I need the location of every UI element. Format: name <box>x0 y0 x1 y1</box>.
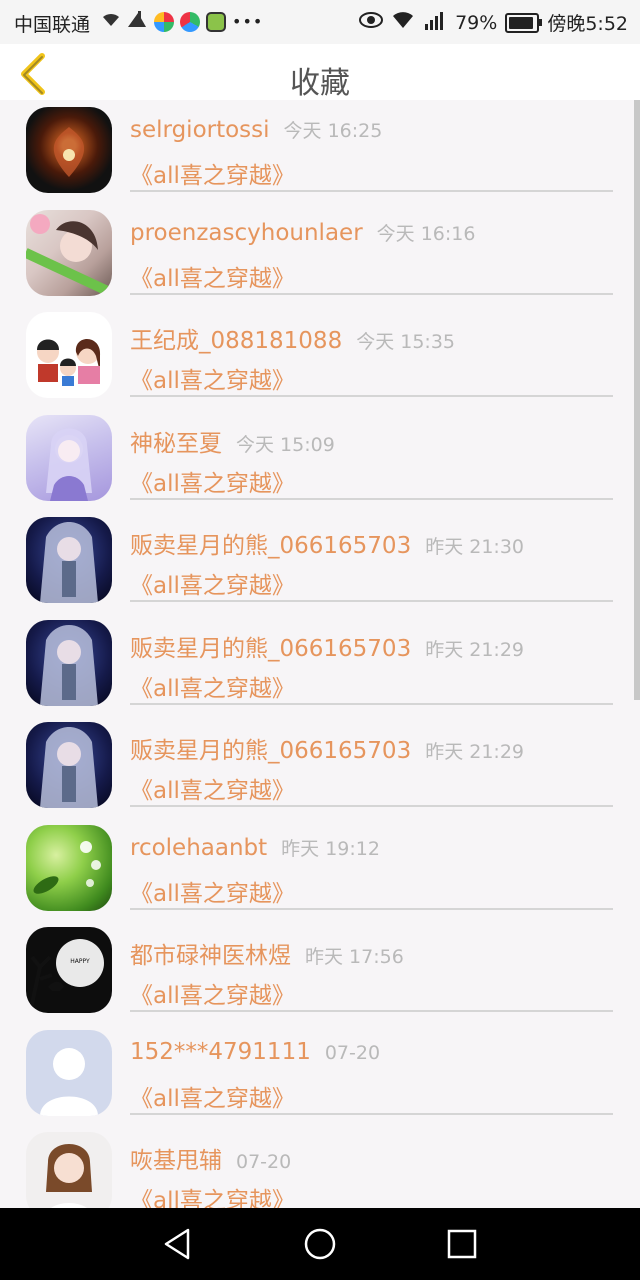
timestamp: 07-20 <box>324 1041 381 1064</box>
timestamp: 今天 15:09 <box>236 433 335 456</box>
avatar <box>26 824 112 911</box>
more-icon: ••• <box>232 12 264 31</box>
avatar <box>26 517 112 603</box>
divider <box>130 190 613 192</box>
app-icon <box>126 9 148 34</box>
app-icon <box>154 11 174 32</box>
nav-back-button[interactable] <box>160 1226 196 1262</box>
wifi-icon <box>102 11 120 33</box>
status-icons-right: 79% 傍晚5:52 <box>359 9 628 36</box>
navigation-bar <box>0 1208 640 1280</box>
list-item[interactable]: 贩卖星月的熊_066165703 昨天 21:29 《all喜之穿越》 <box>0 715 640 818</box>
nav-home-button[interactable] <box>302 1226 338 1262</box>
book-title[interactable]: 《all喜之穿越》 <box>130 669 295 703</box>
divider <box>130 1112 613 1115</box>
divider <box>130 395 613 397</box>
timestamp: 昨天 19:12 <box>281 837 380 860</box>
list-item[interactable]: 152***4791111 07-20 《all喜之穿越》 <box>0 1023 640 1126</box>
user-name: selrgiortossi <box>130 117 270 143</box>
wifi-icon <box>391 10 415 35</box>
user-name: 贩卖星月的熊_066165703 <box>130 635 412 662</box>
list-item[interactable]: selrgiortossi 今天 16:25 《all喜之穿越》 <box>0 100 640 203</box>
avatar <box>26 1132 112 1208</box>
book-title[interactable]: 《all喜之穿越》 <box>130 1079 295 1113</box>
book-title[interactable]: 《all喜之穿越》 <box>130 1181 295 1208</box>
user-name: 神秘至夏 <box>130 430 222 457</box>
timestamp: 今天 16:25 <box>283 120 383 142</box>
timestamp: 今天 15:35 <box>356 331 455 353</box>
timestamp: 昨天 21:29 <box>425 741 524 763</box>
book-title[interactable]: 《all喜之穿越》 <box>130 361 295 395</box>
back-triangle-icon <box>160 1228 196 1266</box>
divider <box>130 907 613 910</box>
battery-percent: 79% <box>455 11 498 34</box>
user-name: 都市碌神医林煜 <box>130 943 291 969</box>
svg-text:HAPPY: HAPPY <box>70 958 90 965</box>
clock: 傍晚5:52 <box>547 13 628 35</box>
list-item[interactable]: 贩卖星月的熊_066165703 昨天 21:30 《all喜之穿越》 <box>0 510 640 613</box>
signal-icon <box>423 10 447 35</box>
timestamp: 今天 16:16 <box>376 222 476 245</box>
battery-icon <box>505 12 543 33</box>
status-icons-left: ••• <box>102 9 263 34</box>
divider <box>130 292 613 295</box>
user-name: 152***4791111 <box>130 1038 311 1065</box>
user-name: rcolehaanbt <box>130 834 268 861</box>
list-item[interactable]: rcolehaanbt 昨天 19:12 《all喜之穿越》 <box>0 818 640 921</box>
user-name: 贩卖星月的熊_066165703 <box>130 533 412 559</box>
scrollbar[interactable] <box>634 100 640 700</box>
timestamp: 07-20 <box>236 1151 292 1173</box>
divider <box>130 1010 613 1012</box>
book-title[interactable]: 《all喜之穿越》 <box>130 259 295 293</box>
book-title[interactable]: 《all喜之穿越》 <box>130 464 295 498</box>
avatar: HAPPY <box>26 927 112 1013</box>
avatar <box>26 619 112 706</box>
avatar <box>26 312 112 398</box>
avatar <box>26 1029 112 1116</box>
user-name: proenzascyhounlaer <box>130 219 363 246</box>
timestamp: 昨天 21:29 <box>425 638 524 661</box>
timestamp: 昨天 21:30 <box>425 536 524 558</box>
list-item[interactable]: HAPPY 都市碌神医林煜 昨天 17:56 《all喜之穿越》 <box>0 920 640 1023</box>
list-item[interactable]: 贩卖星月的熊_066165703 昨天 21:29 《all喜之穿越》 <box>0 613 640 716</box>
book-title[interactable]: 《all喜之穿越》 <box>130 771 295 805</box>
nav-recents-button[interactable] <box>444 1226 480 1262</box>
app-icon <box>206 11 226 32</box>
divider <box>130 805 613 807</box>
avatar <box>26 722 112 808</box>
page-title: 收藏 <box>290 66 350 101</box>
list-item[interactable]: 王纪成_088181088 今天 15:35 《all喜之穿越》 <box>0 305 640 408</box>
divider <box>130 497 613 500</box>
app-icon <box>180 11 200 32</box>
book-title[interactable]: 《all喜之穿越》 <box>130 566 295 600</box>
home-circle-icon <box>302 1228 338 1266</box>
status-bar: 中国联通 ••• 79% 傍晚5:52 <box>0 0 640 44</box>
book-title[interactable]: 《all喜之穿越》 <box>130 156 295 190</box>
recents-square-icon <box>444 1229 480 1266</box>
user-name: 王纪成_088181088 <box>130 328 343 354</box>
divider <box>130 702 613 705</box>
carrier-name: 中国联通 <box>14 14 91 36</box>
avatar <box>26 414 112 501</box>
avatar <box>26 209 112 296</box>
book-title[interactable]: 《all喜之穿越》 <box>130 976 295 1010</box>
divider <box>130 600 613 602</box>
eye-icon <box>359 11 384 34</box>
favorites-list[interactable]: selrgiortossi 今天 16:25 《all喜之穿越》 proenzas… <box>0 100 640 1208</box>
book-title[interactable]: 《all喜之穿越》 <box>130 874 295 908</box>
timestamp: 昨天 17:56 <box>305 946 404 968</box>
list-item[interactable]: 咴基甩辅 07-20 《all喜之穿越》 <box>0 1125 640 1208</box>
header: 收藏 <box>0 44 640 101</box>
user-name: 咴基甩辅 <box>130 1148 222 1174</box>
avatar <box>26 107 112 193</box>
list-item[interactable]: 神秘至夏 今天 15:09 《all喜之穿越》 <box>0 408 640 511</box>
list-item[interactable]: proenzascyhounlaer 今天 16:16 《all喜之穿越》 <box>0 203 640 306</box>
user-name: 贩卖星月的熊_066165703 <box>130 738 412 764</box>
